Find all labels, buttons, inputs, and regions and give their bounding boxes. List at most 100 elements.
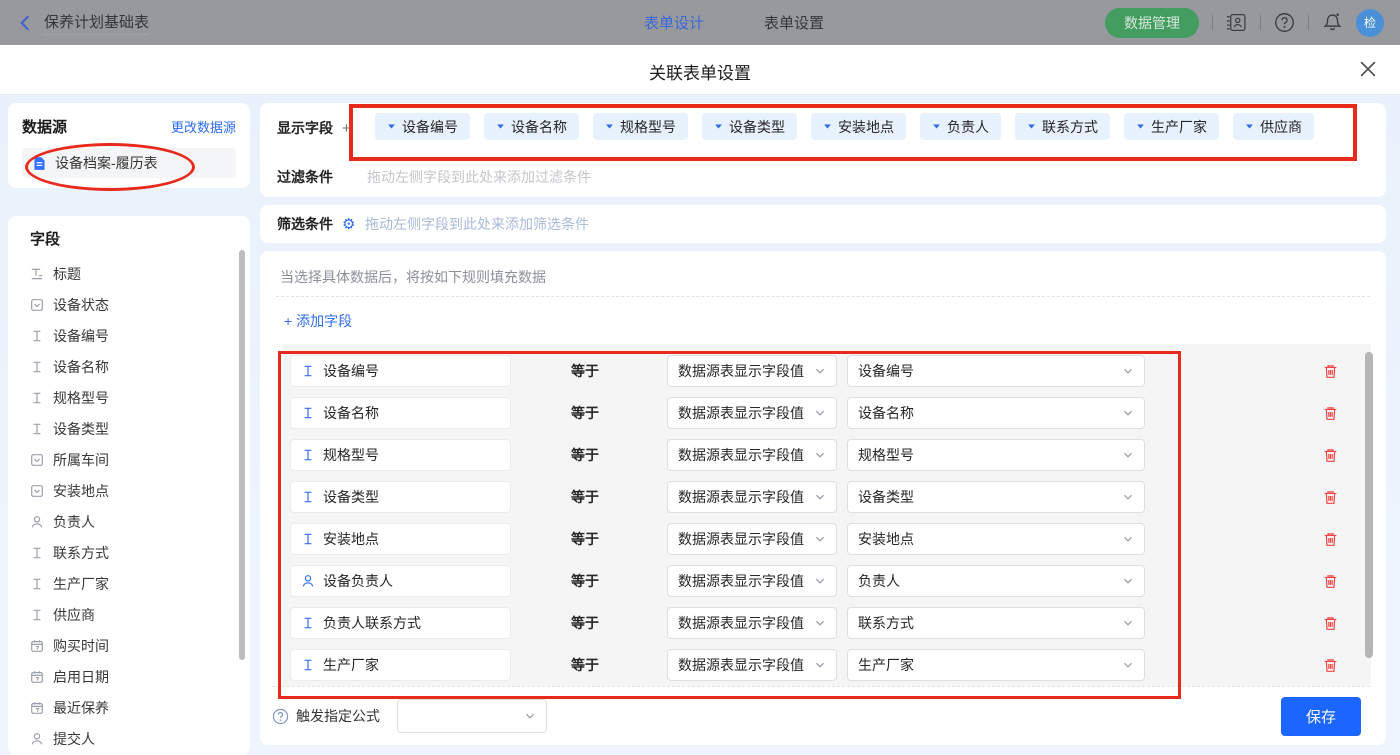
rule-source-select[interactable]: 数据源表显示字段值 (667, 481, 837, 513)
rule-field-box[interactable]: 设备编号 (290, 355, 511, 387)
help-circle-icon[interactable] (272, 708, 289, 725)
divider (1260, 15, 1261, 30)
display-field-chip[interactable]: 设备编号 (375, 113, 470, 140)
close-icon[interactable] (1358, 59, 1378, 79)
sidebar-field-label: 规格型号 (53, 388, 109, 408)
rule-target-select[interactable]: 设备类型 (847, 481, 1145, 513)
rule-source-select[interactable]: 数据源表显示字段值 (667, 607, 837, 639)
display-field-chip[interactable]: 安装地点 (811, 113, 906, 140)
change-datasource-link[interactable]: 更改数据源 (171, 117, 236, 136)
add-field-link[interactable]: + 添加字段 (284, 311, 352, 331)
trash-icon[interactable] (1322, 615, 1339, 632)
rule-source-select[interactable]: 数据源表显示字段值 (667, 565, 837, 597)
rule-field-box[interactable]: 安装地点 (290, 523, 511, 555)
save-button[interactable]: 保存 (1281, 697, 1361, 736)
sidebar-field-item[interactable]: 购买时间 (30, 630, 250, 661)
tab-form-settings[interactable]: 表单设置 (764, 12, 824, 33)
sidebar-field-item[interactable]: 启用日期 (30, 661, 250, 692)
rule-source-value: 数据源表显示字段值 (678, 445, 804, 465)
sidebar-field-item[interactable]: 最近保养 (30, 692, 250, 723)
display-field-chip[interactable]: 设备类型 (702, 113, 797, 140)
trigger-formula-label: 触发指定公式 (296, 706, 380, 726)
rule-target-select[interactable]: 设备编号 (847, 355, 1145, 387)
data-manage-button[interactable]: 数据管理 (1105, 8, 1199, 38)
trigger-formula-select[interactable] (397, 699, 547, 733)
trash-icon[interactable] (1322, 405, 1339, 422)
text-field-icon (301, 364, 315, 378)
trash-icon[interactable] (1322, 657, 1339, 674)
rule-target-select[interactable]: 负责人 (847, 565, 1145, 597)
display-field-chip[interactable]: 联系方式 (1015, 113, 1110, 140)
filter-condition-dropzone[interactable]: 过滤条件 拖动左侧字段到此处来添加过滤条件 (277, 166, 333, 188)
rule-field-box[interactable]: 设备类型 (290, 481, 511, 513)
rule-target-select[interactable]: 联系方式 (847, 607, 1145, 639)
help-icon[interactable] (1274, 12, 1295, 33)
rule-target-select[interactable]: 生产厂家 (847, 649, 1145, 681)
display-field-chip[interactable]: 负责人 (920, 113, 1001, 140)
text-field-icon (30, 608, 44, 622)
rules-scrollbar[interactable] (1365, 352, 1373, 658)
sidebar-field-item[interactable]: 设备类型 (30, 413, 250, 444)
sidebar-field-item[interactable]: 安装地点 (30, 475, 250, 506)
rule-target-select[interactable]: 规格型号 (847, 439, 1145, 471)
sidebar-field-item[interactable]: 设备名称 (30, 351, 250, 382)
select-field-icon (30, 453, 44, 467)
rule-target-value: 安装地点 (858, 529, 914, 549)
trash-icon[interactable] (1322, 573, 1339, 590)
rule-source-value: 数据源表显示字段值 (678, 403, 804, 423)
back-icon[interactable] (16, 14, 34, 32)
display-field-chip[interactable]: 供应商 (1233, 113, 1314, 140)
chip-label: 联系方式 (1042, 117, 1098, 137)
rule-target-select[interactable]: 安装地点 (847, 523, 1145, 555)
rule-source-value: 数据源表显示字段值 (678, 613, 804, 633)
bell-icon[interactable] (1322, 12, 1343, 33)
add-display-field-button[interactable]: + (342, 120, 351, 137)
text-field-icon (301, 406, 315, 420)
rule-source-select[interactable]: 数据源表显示字段值 (667, 523, 837, 555)
rule-source-select[interactable]: 数据源表显示字段值 (667, 355, 837, 387)
trash-icon[interactable] (1322, 489, 1339, 506)
chip-label: 设备编号 (402, 117, 458, 137)
trash-icon[interactable] (1322, 363, 1339, 380)
sidebar-field-item[interactable]: 负责人 (30, 506, 250, 537)
rule-field-box[interactable]: 设备名称 (290, 397, 511, 429)
sidebar-field-item[interactable]: 设备编号 (30, 320, 250, 351)
form-name[interactable]: 保养计划基础表 (44, 11, 149, 35)
fields-card: 字段 标题设备状态设备编号设备名称规格型号设备类型所属车间安装地点负责人联系方式… (8, 216, 250, 755)
divider (1212, 15, 1213, 30)
sidebar-field-item[interactable]: 标题 (30, 258, 250, 289)
rule-field-box[interactable]: 生产厂家 (290, 649, 511, 681)
sidebar-field-item[interactable]: 提交人 (30, 723, 250, 754)
fields-scrollbar[interactable] (239, 250, 245, 660)
sidebar-field-item[interactable]: 设备状态 (30, 289, 250, 320)
rule-source-select[interactable]: 数据源表显示字段值 (667, 649, 837, 681)
rule-target-value: 生产厂家 (858, 655, 914, 675)
display-field-chip[interactable]: 生产厂家 (1124, 113, 1219, 140)
tab-form-design[interactable]: 表单设计 (644, 12, 704, 33)
sidebar-field-item[interactable]: 生产厂家 (30, 568, 250, 599)
rule-field-box[interactable]: 设备负责人 (290, 565, 511, 597)
rule-source-select[interactable]: 数据源表显示字段值 (667, 439, 837, 471)
contacts-icon[interactable] (1226, 12, 1247, 33)
fields-title: 字段 (30, 228, 250, 249)
rule-source-value: 数据源表显示字段值 (678, 529, 804, 549)
avatar[interactable]: 检 (1356, 9, 1384, 37)
rule-field-box[interactable]: 负责人联系方式 (290, 607, 511, 639)
sidebar-field-item[interactable]: 规格型号 (30, 382, 250, 413)
datasource-item[interactable]: 设备档案-履历表 (22, 148, 236, 178)
sidebar-field-item[interactable]: 供应商 (30, 599, 250, 630)
sidebar-field-item[interactable]: 联系方式 (30, 537, 250, 568)
rule-source-select[interactable]: 数据源表显示字段值 (667, 397, 837, 429)
display-field-chip[interactable]: 规格型号 (593, 113, 688, 140)
divider (1308, 15, 1309, 30)
rule-operator: 等于 (571, 361, 639, 381)
gear-icon[interactable]: ⚙ (342, 217, 356, 232)
rule-field-box[interactable]: 规格型号 (290, 439, 511, 471)
rule-operator: 等于 (571, 487, 639, 507)
trash-icon[interactable] (1322, 531, 1339, 548)
sift-condition-dropzone[interactable]: 筛选条件 ⚙ 拖动左侧字段到此处来添加筛选条件 (260, 205, 1386, 243)
trash-icon[interactable] (1322, 447, 1339, 464)
sidebar-field-item[interactable]: 所属车间 (30, 444, 250, 475)
display-field-chip[interactable]: 设备名称 (484, 113, 579, 140)
rule-target-select[interactable]: 设备名称 (847, 397, 1145, 429)
